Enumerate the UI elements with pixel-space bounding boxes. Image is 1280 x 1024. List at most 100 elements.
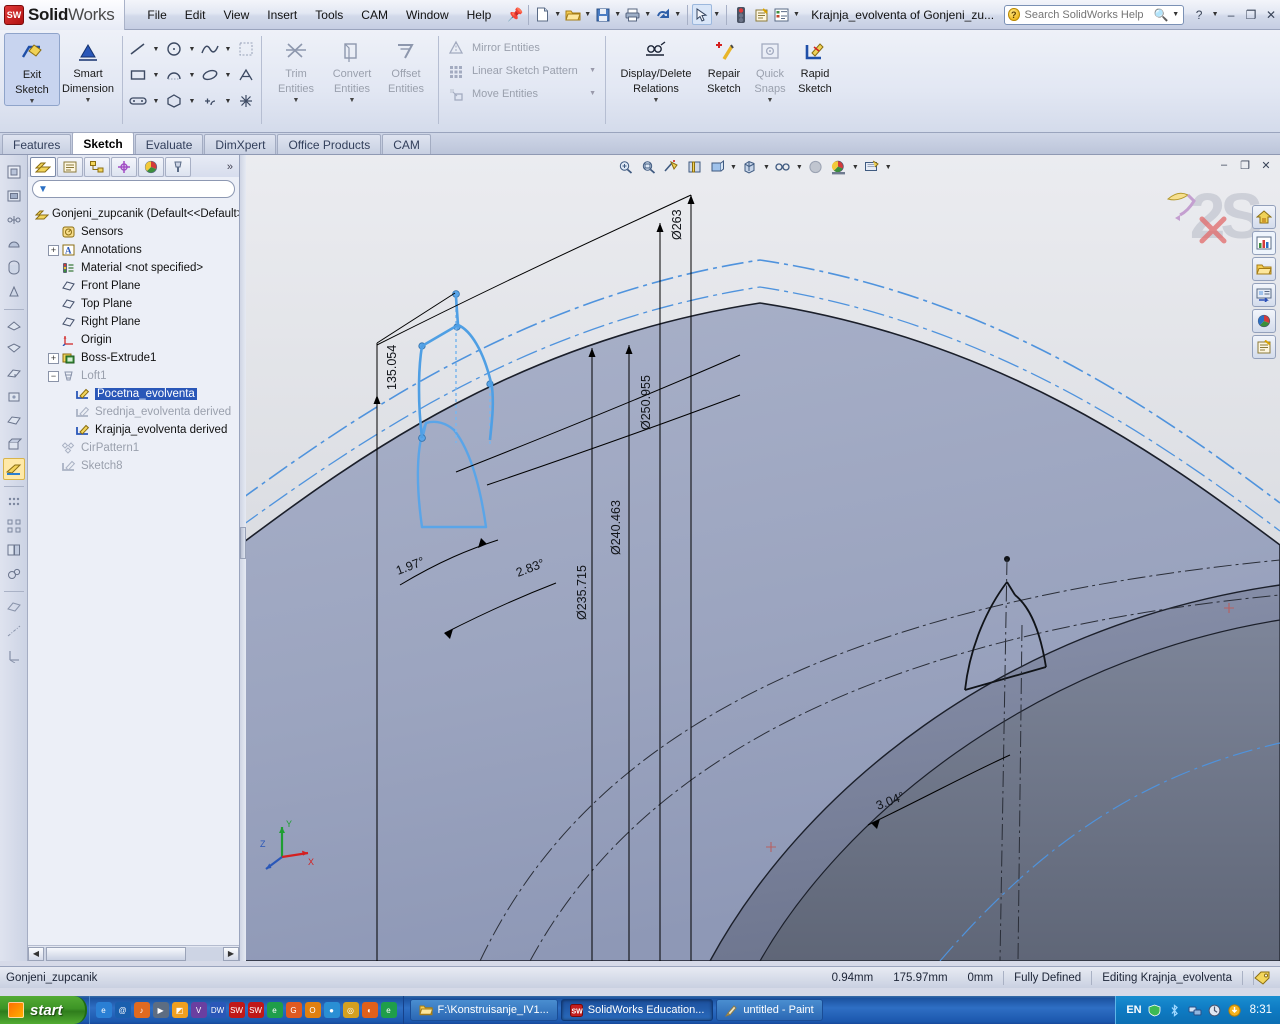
rebuild-icon[interactable] bbox=[731, 4, 751, 25]
view-top-icon[interactable] bbox=[3, 410, 25, 432]
menu-file[interactable]: File bbox=[139, 5, 174, 25]
customize-caret[interactable]: ▼ bbox=[792, 11, 802, 18]
view-settings-icon[interactable] bbox=[862, 158, 882, 176]
model-viewport[interactable]: 135.054 Ø263 Ø250.955 Ø240.463 Ø235.715 … bbox=[240, 155, 1280, 961]
customize-icon[interactable] bbox=[771, 4, 791, 25]
start-button[interactable]: start bbox=[0, 996, 87, 1024]
smart-dimension-caret[interactable]: ▼ bbox=[85, 97, 92, 104]
hide-show-icon[interactable] bbox=[3, 209, 25, 231]
grid-icon[interactable] bbox=[3, 491, 25, 513]
tab-evaluate[interactable]: Evaluate bbox=[134, 134, 204, 154]
help-button[interactable]: ? bbox=[1190, 7, 1208, 23]
dimxpert-manager-tab[interactable] bbox=[111, 157, 137, 177]
view-orientation-icon[interactable] bbox=[3, 161, 25, 183]
tab-cam[interactable]: CAM bbox=[382, 134, 431, 154]
tab-office-products[interactable]: Office Products bbox=[277, 134, 382, 154]
network-icon[interactable] bbox=[1188, 1003, 1202, 1017]
menu-help[interactable]: Help bbox=[459, 5, 500, 25]
exit-sketch-button[interactable]: Exit Sketch ▼ bbox=[4, 33, 60, 106]
new-document-caret[interactable]: ▼ bbox=[553, 11, 563, 18]
apply-scene-caret[interactable]: ▼ bbox=[852, 164, 859, 171]
winamp-icon[interactable]: ♪ bbox=[133, 1002, 150, 1018]
hide-show-icon[interactable] bbox=[773, 158, 793, 176]
slot-caret[interactable]: ▼ bbox=[151, 98, 161, 105]
tree-expander[interactable]: + bbox=[48, 352, 59, 364]
tab-features[interactable]: Features bbox=[2, 134, 72, 154]
rapid-sketch-button[interactable]: Rapid Sketch bbox=[792, 33, 838, 95]
circle-icon[interactable] bbox=[162, 37, 186, 61]
circle-caret[interactable]: ▼ bbox=[187, 46, 197, 53]
spline-icon[interactable] bbox=[198, 37, 222, 61]
custom-properties-icon[interactable] bbox=[1252, 335, 1276, 359]
tree-node-cirpattern1[interactable]: CirPattern1 bbox=[30, 439, 239, 457]
coordinate-icon[interactable] bbox=[3, 644, 25, 666]
chrome-icon[interactable]: ◎ bbox=[342, 1002, 359, 1018]
tab-sketch[interactable]: Sketch bbox=[72, 132, 134, 154]
tree-scroll-left-button[interactable]: ◀ bbox=[28, 946, 44, 961]
cam-manager-tab[interactable] bbox=[165, 157, 191, 177]
taskbar-item[interactable]: F:\Konstruisanje_IV1... bbox=[409, 999, 558, 1021]
display-delete-relations-button[interactable]: Display/Delete Relations ▼ bbox=[612, 33, 700, 104]
tree-node-pocetna-evolventa[interactable]: Pocetna_evolventa bbox=[30, 385, 239, 403]
configuration-manager-tab[interactable] bbox=[84, 157, 110, 177]
apply-scene-placeholder-icon[interactable] bbox=[806, 158, 826, 176]
search-input[interactable] bbox=[1022, 7, 1151, 22]
search-caret[interactable]: ▼ bbox=[1171, 11, 1180, 18]
confirmation-corner[interactable] bbox=[1162, 177, 1238, 249]
offset-entities-button[interactable]: Offset Entities bbox=[380, 33, 432, 95]
dim-label-235-715[interactable]: Ø235.715 bbox=[575, 565, 589, 620]
pattern-icon[interactable] bbox=[3, 515, 25, 537]
view-palette-icon[interactable] bbox=[1252, 283, 1276, 307]
display-manager-tab[interactable] bbox=[138, 157, 164, 177]
hide-show-caret[interactable]: ▼ bbox=[796, 164, 803, 171]
tag-icon[interactable] bbox=[1254, 970, 1272, 986]
view-right-icon[interactable] bbox=[3, 386, 25, 408]
ie-icon[interactable]: e bbox=[95, 1002, 112, 1018]
solidworks-icon[interactable]: SW bbox=[228, 1002, 245, 1018]
view-orientation-caret[interactable]: ▼ bbox=[730, 164, 737, 171]
display-style-icon[interactable] bbox=[740, 158, 760, 176]
view-bottom-icon[interactable] bbox=[3, 434, 25, 456]
tree-node-boss-extrude1[interactable]: + Boss-Extrude1 bbox=[30, 349, 239, 367]
rotate-icon[interactable] bbox=[3, 563, 25, 585]
mirror-entities-row[interactable]: Mirror Entities bbox=[442, 36, 602, 59]
point-caret[interactable]: ▼ bbox=[223, 98, 233, 105]
tree-horizontal-scrollbar[interactable]: ◀ ▶ bbox=[28, 945, 239, 961]
section-view-icon[interactable] bbox=[684, 158, 704, 176]
paint-icon[interactable]: ◩ bbox=[171, 1002, 188, 1018]
design-library-icon[interactable] bbox=[1252, 231, 1276, 255]
rectangle-caret[interactable]: ▼ bbox=[151, 72, 161, 79]
move-entities-row[interactable]: Move Entities ▼ bbox=[442, 82, 602, 105]
zoom-to-fit-icon[interactable] bbox=[3, 257, 25, 279]
appearances-icon[interactable] bbox=[1252, 309, 1276, 333]
feature-tree-filter[interactable]: ▼ bbox=[32, 180, 235, 198]
previous-view-icon[interactable] bbox=[661, 158, 681, 176]
dwg-icon[interactable]: DW bbox=[209, 1002, 226, 1018]
polygon-icon[interactable] bbox=[162, 89, 186, 113]
menu-tools[interactable]: Tools bbox=[307, 5, 351, 25]
tree-node-origin[interactable]: Origin bbox=[30, 331, 239, 349]
linear-sketch-pattern-caret[interactable]: ▼ bbox=[589, 67, 602, 74]
convert-entities-caret[interactable]: ▼ bbox=[349, 97, 356, 104]
zoom-to-area-icon[interactable] bbox=[638, 158, 658, 176]
dim-label-240-463[interactable]: Ø240.463 bbox=[609, 500, 623, 555]
help-caret[interactable]: ▼ bbox=[1210, 11, 1220, 18]
edge-2-icon[interactable]: e bbox=[380, 1002, 397, 1018]
viber-icon[interactable]: V bbox=[190, 1002, 207, 1018]
tree-node-right-plane[interactable]: Right Plane bbox=[30, 313, 239, 331]
player-icon[interactable]: ● bbox=[323, 1002, 340, 1018]
sketch-fillet-icon[interactable] bbox=[234, 37, 258, 61]
zoom-to-fit-icon[interactable] bbox=[615, 158, 635, 176]
quick-snaps-caret[interactable]: ▼ bbox=[767, 97, 774, 104]
split-icon[interactable] bbox=[3, 539, 25, 561]
restore-button[interactable]: ❐ bbox=[1242, 7, 1260, 23]
tree-scroll-track[interactable] bbox=[44, 946, 223, 961]
graphics-area[interactable]: 135.054 Ø263 Ø250.955 Ø240.463 Ø235.715 … bbox=[240, 155, 1280, 961]
view-front-icon[interactable] bbox=[3, 314, 25, 336]
property-manager-tab[interactable] bbox=[57, 157, 83, 177]
ellipse-icon[interactable] bbox=[198, 63, 222, 87]
display-delete-relations-caret[interactable]: ▼ bbox=[653, 97, 660, 104]
select-arrow-icon[interactable] bbox=[691, 4, 712, 25]
apply-scene-icon[interactable] bbox=[829, 158, 849, 176]
tree-expander[interactable]: + bbox=[48, 244, 59, 256]
